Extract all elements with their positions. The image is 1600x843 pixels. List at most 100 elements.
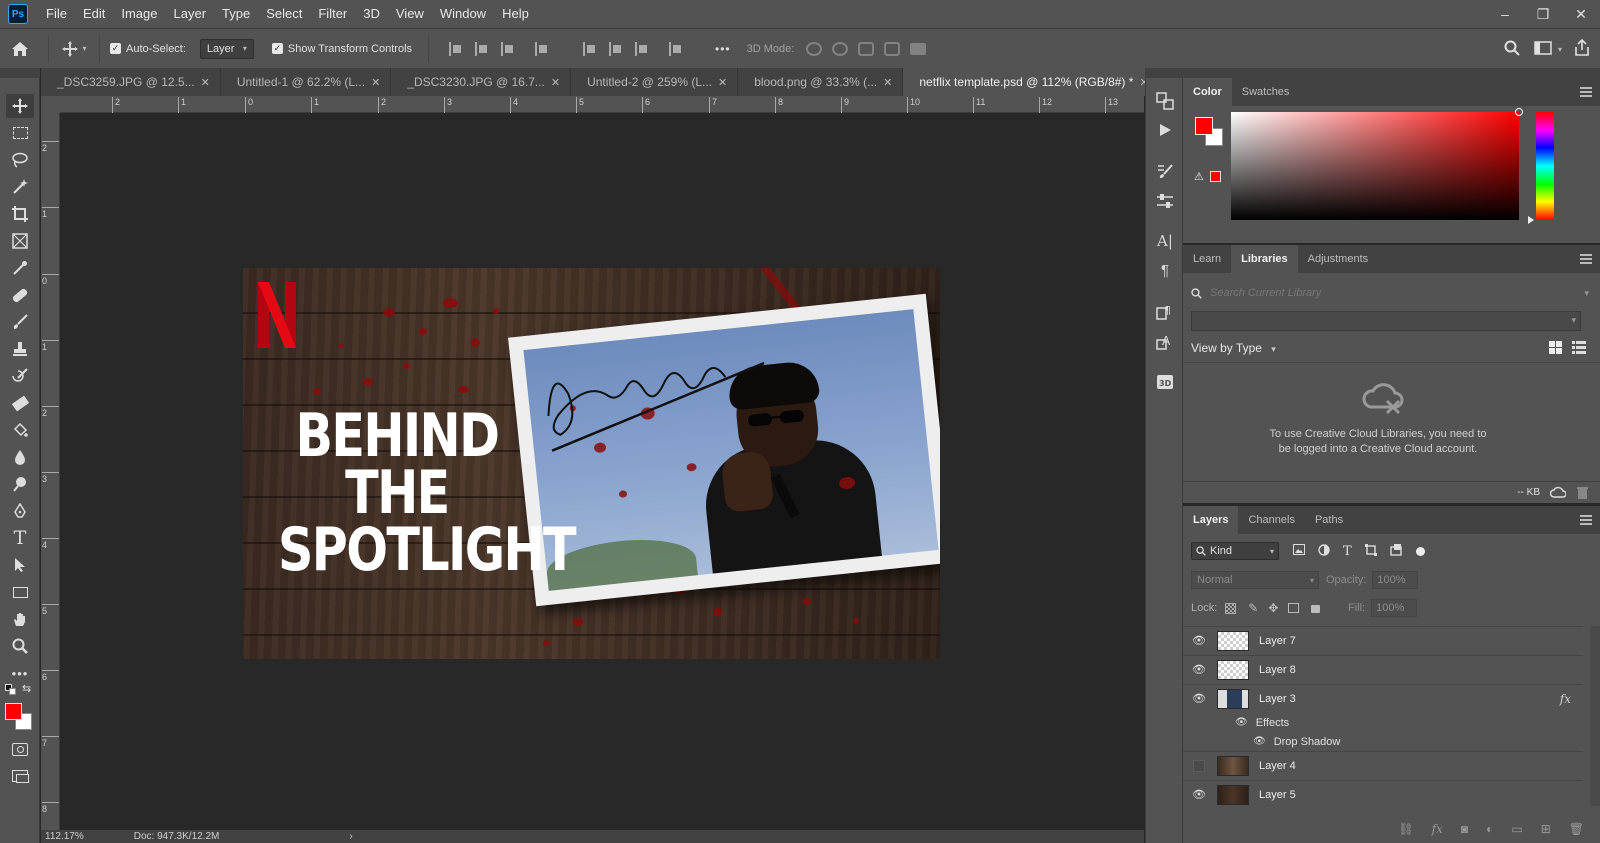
layer-effects-icon[interactable]: fx (1560, 692, 1571, 706)
layer-row[interactable]: 👁 Layer 3 fx (1183, 684, 1583, 712)
history-brush-tool-icon[interactable] (6, 364, 34, 388)
magic-wand-tool-icon[interactable] (6, 175, 34, 199)
trash-icon[interactable] (1577, 486, 1588, 502)
visibility-eye-icon[interactable]: 👁 (1187, 663, 1211, 676)
tab-paths[interactable]: Paths (1305, 506, 1353, 534)
paragraph-styles-icon[interactable]: ¶ (1153, 300, 1177, 322)
layer-name[interactable]: Layer 3 (1259, 693, 1296, 705)
status-menu-arrow-icon[interactable]: › (349, 831, 352, 842)
grid-view-icon[interactable] (1549, 341, 1562, 357)
align-vertical-center-icon[interactable] (609, 41, 623, 56)
pen-tool-icon[interactable] (6, 499, 34, 523)
history-panel-icon[interactable] (1153, 90, 1177, 112)
auto-select-dropdown[interactable]: Layer ▾ (199, 38, 254, 59)
canvas-area[interactable]: BEHIND THE SPOTLIGHT (60, 113, 1144, 830)
brush-tool-icon[interactable] (6, 310, 34, 334)
layer-name[interactable]: Layer 7 (1259, 635, 1296, 647)
layer-name[interactable]: Layer 5 (1259, 789, 1296, 801)
fill-input[interactable]: 100% (1371, 599, 1418, 617)
close-icon[interactable]: ✕ (371, 76, 380, 89)
menu-type[interactable]: Type (214, 0, 258, 28)
panels-collapse-bar[interactable] (1183, 68, 1600, 78)
clone-stamp-tool-icon[interactable] (6, 337, 34, 361)
document-tab[interactable]: _DSC3259.JPG @ 12.5... ✕ (41, 68, 221, 96)
effect-item-row[interactable]: 👁 Drop Shadow (1183, 732, 1583, 751)
filter-toggle-icon[interactable] (1415, 546, 1425, 556)
move-tool-icon[interactable] (6, 94, 34, 118)
menu-layer[interactable]: Layer (166, 0, 215, 28)
foreground-color-swatch[interactable] (1195, 117, 1213, 135)
zoom-tool-icon[interactable] (6, 634, 34, 658)
eyedropper-tool-icon[interactable] (6, 256, 34, 280)
rectangle-tool-icon[interactable] (6, 580, 34, 604)
chevron-down-icon[interactable]: ▾ (1558, 45, 1562, 54)
tab-color[interactable]: Color (1183, 78, 1232, 106)
3d-roll-icon[interactable] (832, 41, 849, 56)
link-layers-icon[interactable]: ⛓ (1398, 822, 1413, 836)
adjustments-panel-icon[interactable] (1153, 190, 1177, 212)
new-adjustment-icon[interactable]: ◐ (1486, 822, 1493, 836)
align-top-icon[interactable] (583, 41, 597, 56)
visibility-eye-icon[interactable]: 👁 (1235, 717, 1248, 728)
add-style-icon[interactable]: fx (1432, 822, 1443, 836)
blur-tool-icon[interactable] (6, 445, 34, 469)
close-icon[interactable]: ✕ (201, 76, 210, 89)
hue-slider[interactable] (1536, 112, 1554, 220)
panel-menu-icon[interactable] (1580, 87, 1592, 97)
dodge-tool-icon[interactable] (6, 472, 34, 496)
document-canvas[interactable]: BEHIND THE SPOTLIGHT (243, 268, 940, 659)
type-tool-icon[interactable]: T (6, 526, 34, 550)
layer-name[interactable]: Layer 4 (1259, 760, 1296, 772)
lasso-tool-icon[interactable] (6, 148, 34, 172)
menu-filter[interactable]: Filter (310, 0, 355, 28)
default-colors-icon[interactable] (5, 684, 16, 695)
layer-row[interactable]: Layer 4 (1183, 751, 1583, 779)
home-icon[interactable] (0, 41, 40, 57)
layer-row[interactable]: 👁 Layer 5 (1183, 780, 1583, 808)
tab-swatches[interactable]: Swatches (1232, 78, 1300, 106)
horizontal-ruler[interactable]: 2 1 0 1 2 3 4 5 6 7 8 9 10 11 12 13 (60, 96, 1144, 113)
paint-bucket-tool-icon[interactable] (6, 418, 34, 442)
blend-mode-dropdown[interactable]: Normal ▾ (1191, 571, 1319, 589)
distribute-vertical-icon[interactable] (669, 41, 683, 56)
hand-tool-icon[interactable] (6, 607, 34, 631)
document-tab[interactable]: _DSC3230.JPG @ 16.7... ✕ (391, 68, 572, 96)
filter-kind-dropdown[interactable]: Kind ▾ (1191, 542, 1279, 560)
menu-help[interactable]: Help (494, 0, 537, 28)
menu-file[interactable]: File (38, 0, 75, 28)
close-icon[interactable]: ✕ (718, 76, 727, 89)
opacity-input[interactable]: 100% (1372, 571, 1419, 589)
document-tab[interactable]: Untitled-2 @ 259% (L... ✕ (571, 68, 739, 96)
filter-type-icon[interactable]: T (1343, 544, 1352, 559)
3d-camera-icon[interactable] (910, 42, 927, 55)
lock-all-icon[interactable] (1311, 605, 1321, 613)
restore-button[interactable]: ❐ (1524, 0, 1562, 28)
foreground-color-swatch[interactable] (5, 703, 22, 720)
visibility-toggle-off[interactable] (1193, 759, 1205, 772)
lock-position-icon[interactable]: ✥ (1268, 601, 1278, 615)
3d-panel-icon[interactable]: 3D (1153, 371, 1177, 393)
new-layer-icon[interactable]: ⊞ (1541, 822, 1551, 836)
filter-pixel-icon[interactable] (1293, 544, 1305, 558)
library-search-input[interactable]: Search Current Library ▾ (1191, 283, 1589, 303)
minimize-button[interactable]: – (1486, 0, 1524, 28)
move-tool-preset-icon[interactable]: ▾ (57, 40, 91, 58)
color-picker-handle[interactable] (1515, 108, 1523, 116)
menu-image[interactable]: Image (113, 0, 165, 28)
3d-pan-icon[interactable] (858, 41, 875, 56)
filter-adjustment-icon[interactable] (1318, 543, 1330, 559)
eraser-tool-icon[interactable] (6, 391, 34, 415)
3d-orbit-icon[interactable] (806, 41, 823, 56)
document-tab[interactable]: Untitled-1 @ 62.2% (L... ✕ (220, 68, 392, 96)
quick-mask-icon[interactable] (6, 737, 34, 761)
gamut-color-swatch[interactable] (1210, 171, 1221, 182)
layers-scrollbar[interactable] (1590, 626, 1600, 806)
actions-play-icon[interactable] (1153, 119, 1177, 141)
lock-artboard-icon[interactable] (1288, 603, 1300, 613)
visibility-eye-icon[interactable]: 👁 (1253, 736, 1266, 747)
layer-row[interactable]: 👁 Layer 8 (1183, 655, 1583, 683)
swap-colors-icon[interactable]: ⇆ (22, 682, 31, 695)
lock-transparent-icon[interactable] (1225, 602, 1237, 614)
screen-mode-icon[interactable] (6, 764, 34, 788)
panel-menu-icon[interactable] (1580, 254, 1592, 264)
